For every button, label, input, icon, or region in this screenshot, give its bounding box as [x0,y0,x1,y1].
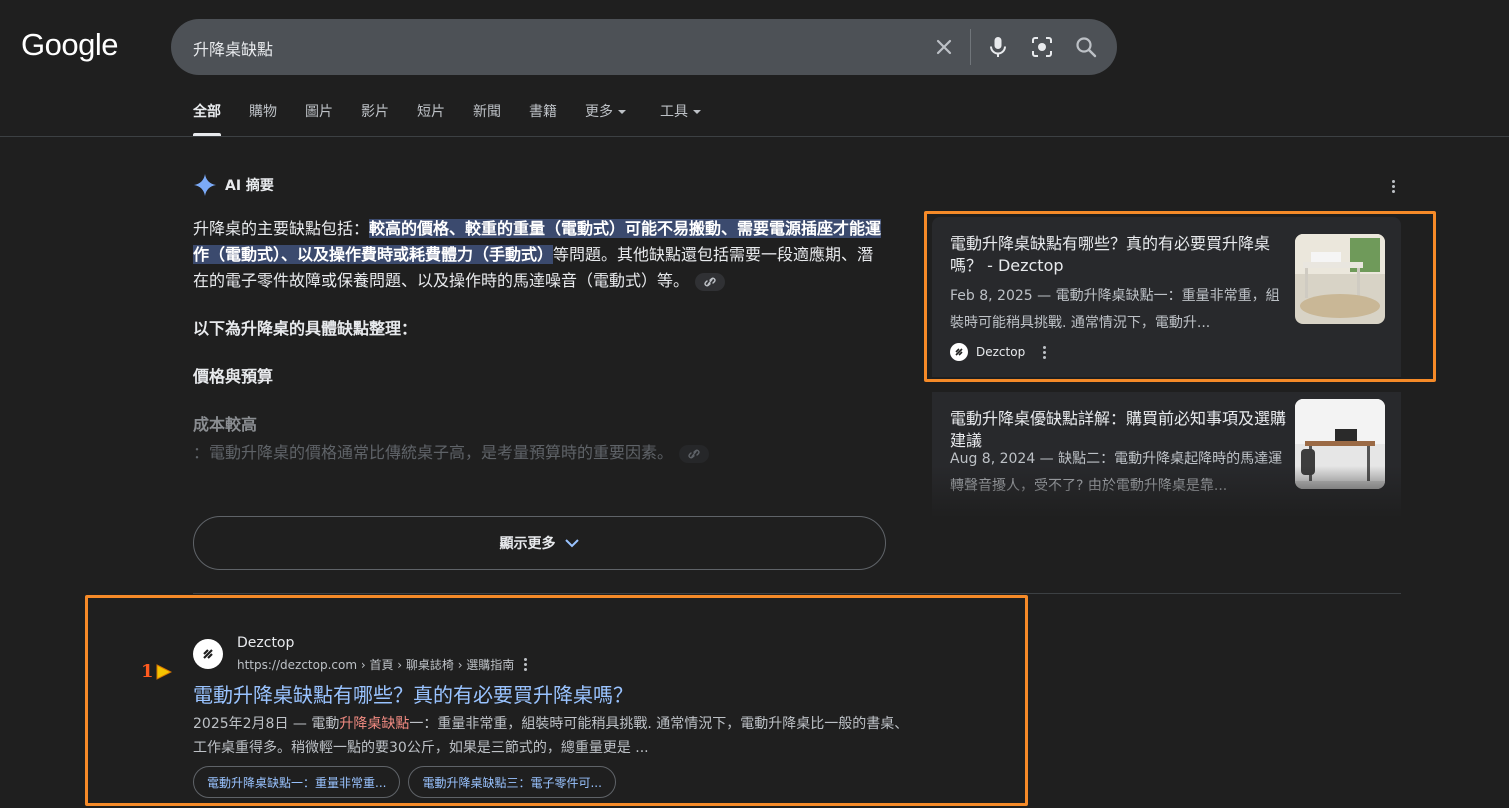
clear-icon[interactable] [926,19,962,75]
summary-subheading: 以下為升降桌的具體缺點整理： [193,319,418,338]
fade-overlay [193,470,893,504]
tab-tools[interactable]: 工具 [660,102,701,136]
highlight-box-result [85,595,1028,806]
tab-more-label: 更多 [585,104,613,120]
camera-lens-icon[interactable] [1024,19,1060,75]
tab-more[interactable]: 更多 [585,102,626,136]
microphone-icon[interactable] [980,19,1016,75]
search-bar[interactable]: 升降桌缺點 [171,19,1117,75]
item-text: ：電動升降桌的價格通常比傳統桌子高，是考量預算時的重要因素。 [193,443,674,462]
item-title-high-cost: 成本較高 [193,415,258,434]
fade-overlay [932,466,1402,518]
highlight-box-source [924,211,1436,382]
summary-lead: 升降桌的主要缺點包括： [193,219,370,238]
section-divider [193,593,1401,594]
ai-overview-header: AI 摘要 [193,173,274,197]
link-icon[interactable] [695,272,726,291]
google-logo[interactable]: Google [21,27,118,63]
search-tabs: 全部 購物 圖片 影片 短片 新聞 書籍 更多 工具 [193,102,729,136]
show-more-button[interactable]: 顯示更多 [193,516,886,570]
sparkle-icon [194,174,216,196]
tab-shopping[interactable]: 購物 [249,102,277,136]
tab-short-videos[interactable]: 短片 [417,102,445,136]
chevron-down-icon [618,110,626,114]
ai-overview-title: AI 摘要 [225,178,274,194]
ai-overview-summary: 升降桌的主要缺點包括：較高的價格、較重的重量（電動式）可能不易搬動、需要電源插座… [193,216,883,466]
chevron-down-icon [693,110,701,114]
header-divider [0,136,1509,137]
tab-news[interactable]: 新聞 [473,102,501,136]
search-icon[interactable] [1068,19,1104,75]
search-separator [970,29,971,65]
tab-all[interactable]: 全部 [193,102,221,136]
show-more-label: 顯示更多 [499,536,556,552]
search-input[interactable]: 升降桌缺點 [193,36,273,60]
item-text-high-cost: ：電動升降桌的價格通常比傳統桌子高，是考量預算時的重要因素。 [193,440,883,466]
chevron-down-icon [564,539,579,548]
tab-videos[interactable]: 影片 [361,102,389,136]
more-options-icon[interactable] [1388,176,1398,196]
link-icon[interactable] [679,444,710,463]
tab-books[interactable]: 書籍 [529,102,557,136]
tab-tools-label: 工具 [660,104,688,120]
tab-images[interactable]: 圖片 [305,102,333,136]
section-heading-price: 價格與預算 [193,367,274,386]
